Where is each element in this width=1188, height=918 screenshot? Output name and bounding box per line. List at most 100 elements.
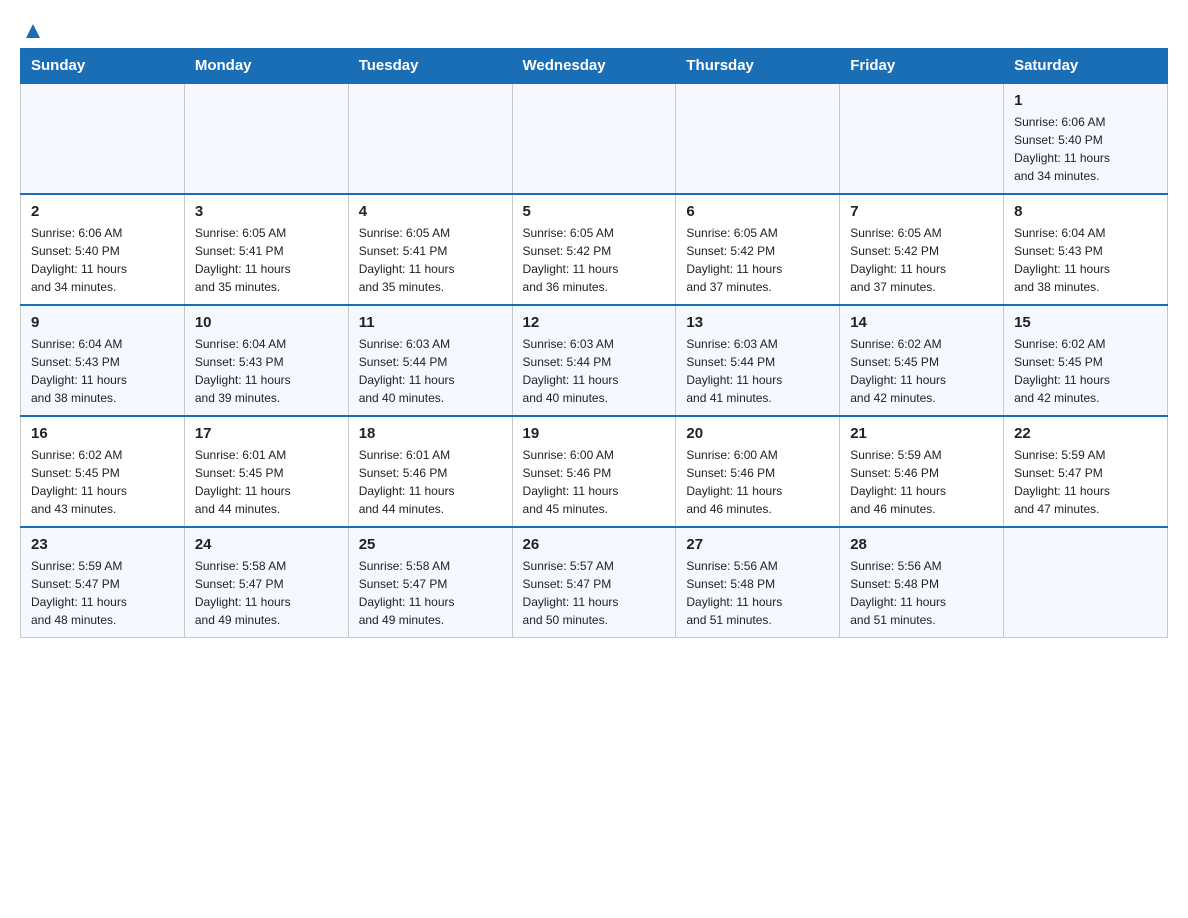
day-info: Sunrise: 5:59 AMSunset: 5:46 PMDaylight:…	[850, 446, 993, 518]
calendar-day-cell	[840, 83, 1004, 194]
day-info: Sunrise: 5:59 AMSunset: 5:47 PMDaylight:…	[1014, 446, 1157, 518]
day-number: 18	[359, 425, 502, 442]
day-info: Sunrise: 6:05 AMSunset: 5:42 PMDaylight:…	[686, 224, 829, 296]
day-number: 23	[31, 536, 174, 553]
day-number: 15	[1014, 314, 1157, 331]
calendar-day-cell: 1 Sunrise: 6:06 AMSunset: 5:40 PMDaylight…	[1004, 83, 1168, 194]
col-friday: Friday	[840, 49, 1004, 84]
day-info: Sunrise: 6:05 AMSunset: 5:41 PMDaylight:…	[359, 224, 502, 296]
calendar-day-cell	[676, 83, 840, 194]
calendar-day-cell: 27 Sunrise: 5:56 AMSunset: 5:48 PMDayligh…	[676, 527, 840, 638]
calendar-day-cell: 6Sunrise: 6:05 AMSunset: 5:42 PMDaylight…	[676, 194, 840, 305]
day-number: 24	[195, 536, 338, 553]
calendar-day-cell: 4 Sunrise: 6:05 AMSunset: 5:41 PMDaylight…	[348, 194, 512, 305]
page-header	[20, 20, 1168, 38]
day-number: 7	[850, 203, 993, 220]
day-number: 4	[359, 203, 502, 220]
calendar-day-cell	[1004, 527, 1168, 638]
col-thursday: Thursday	[676, 49, 840, 84]
day-number: 17	[195, 425, 338, 442]
day-info: Sunrise: 6:04 AMSunset: 5:43 PMDaylight:…	[1014, 224, 1157, 296]
day-info: Sunrise: 5:56 AMSunset: 5:48 PMDaylight:…	[686, 557, 829, 629]
day-number: 26	[523, 536, 666, 553]
calendar-day-cell: 16 Sunrise: 6:02 AMSunset: 5:45 PMDayligh…	[21, 416, 185, 527]
day-number: 13	[686, 314, 829, 331]
day-number: 22	[1014, 425, 1157, 442]
day-info: Sunrise: 6:01 AMSunset: 5:46 PMDaylight:…	[359, 446, 502, 518]
col-wednesday: Wednesday	[512, 49, 676, 84]
calendar-day-cell: 26 Sunrise: 5:57 AMSunset: 5:47 PMDayligh…	[512, 527, 676, 638]
calendar-day-cell	[348, 83, 512, 194]
day-number: 11	[359, 314, 502, 331]
day-info: Sunrise: 6:06 AMSunset: 5:40 PMDaylight:…	[1014, 113, 1157, 185]
calendar-week-row: 16 Sunrise: 6:02 AMSunset: 5:45 PMDayligh…	[21, 416, 1168, 527]
day-info: Sunrise: 6:00 AMSunset: 5:46 PMDaylight:…	[686, 446, 829, 518]
calendar-day-cell: 20 Sunrise: 6:00 AMSunset: 5:46 PMDayligh…	[676, 416, 840, 527]
day-number: 27	[686, 536, 829, 553]
day-number: 20	[686, 425, 829, 442]
calendar-day-cell: 23 Sunrise: 5:59 AMSunset: 5:47 PMDayligh…	[21, 527, 185, 638]
day-number: 1	[1014, 92, 1157, 109]
day-info: Sunrise: 5:59 AMSunset: 5:47 PMDaylight:…	[31, 557, 174, 629]
calendar-day-cell: 12Sunrise: 6:03 AMSunset: 5:44 PMDayligh…	[512, 305, 676, 416]
calendar-day-cell: 17 Sunrise: 6:01 AMSunset: 5:45 PMDayligh…	[184, 416, 348, 527]
day-info: Sunrise: 6:02 AMSunset: 5:45 PMDaylight:…	[850, 335, 993, 407]
day-number: 2	[31, 203, 174, 220]
logo-triangle-icon	[22, 20, 44, 42]
calendar-day-cell: 19 Sunrise: 6:00 AMSunset: 5:46 PMDayligh…	[512, 416, 676, 527]
calendar-week-row: 2 Sunrise: 6:06 AMSunset: 5:40 PMDaylight…	[21, 194, 1168, 305]
day-info: Sunrise: 6:02 AMSunset: 5:45 PMDaylight:…	[31, 446, 174, 518]
day-number: 3	[195, 203, 338, 220]
calendar-day-cell: 18 Sunrise: 6:01 AMSunset: 5:46 PMDayligh…	[348, 416, 512, 527]
day-number: 21	[850, 425, 993, 442]
day-info: Sunrise: 6:05 AMSunset: 5:42 PMDaylight:…	[523, 224, 666, 296]
calendar-week-row: 1 Sunrise: 6:06 AMSunset: 5:40 PMDaylight…	[21, 83, 1168, 194]
col-saturday: Saturday	[1004, 49, 1168, 84]
day-info: Sunrise: 6:05 AMSunset: 5:41 PMDaylight:…	[195, 224, 338, 296]
col-sunday: Sunday	[21, 49, 185, 84]
calendar-day-cell: 10 Sunrise: 6:04 AMSunset: 5:43 PMDayligh…	[184, 305, 348, 416]
calendar-day-cell: 25Sunrise: 5:58 AMSunset: 5:47 PMDayligh…	[348, 527, 512, 638]
day-info: Sunrise: 5:56 AMSunset: 5:48 PMDaylight:…	[850, 557, 993, 629]
calendar-day-cell: 14 Sunrise: 6:02 AMSunset: 5:45 PMDayligh…	[840, 305, 1004, 416]
calendar-day-cell: 24 Sunrise: 5:58 AMSunset: 5:47 PMDayligh…	[184, 527, 348, 638]
day-info: Sunrise: 5:57 AMSunset: 5:47 PMDaylight:…	[523, 557, 666, 629]
calendar-table: Sunday Monday Tuesday Wednesday Thursday…	[20, 48, 1168, 638]
day-info: Sunrise: 6:04 AMSunset: 5:43 PMDaylight:…	[31, 335, 174, 407]
day-info: Sunrise: 6:06 AMSunset: 5:40 PMDaylight:…	[31, 224, 174, 296]
calendar-day-cell: 28 Sunrise: 5:56 AMSunset: 5:48 PMDayligh…	[840, 527, 1004, 638]
day-info: Sunrise: 6:00 AMSunset: 5:46 PMDaylight:…	[523, 446, 666, 518]
day-number: 25	[359, 536, 502, 553]
day-number: 14	[850, 314, 993, 331]
day-info: Sunrise: 6:01 AMSunset: 5:45 PMDaylight:…	[195, 446, 338, 518]
calendar-day-cell: 15Sunrise: 6:02 AMSunset: 5:45 PMDayligh…	[1004, 305, 1168, 416]
day-info: Sunrise: 6:03 AMSunset: 5:44 PMDaylight:…	[686, 335, 829, 407]
calendar-header-row: Sunday Monday Tuesday Wednesday Thursday…	[21, 49, 1168, 84]
day-info: Sunrise: 6:05 AMSunset: 5:42 PMDaylight:…	[850, 224, 993, 296]
calendar-day-cell: 9 Sunrise: 6:04 AMSunset: 5:43 PMDaylight…	[21, 305, 185, 416]
day-number: 16	[31, 425, 174, 442]
col-tuesday: Tuesday	[348, 49, 512, 84]
day-number: 10	[195, 314, 338, 331]
day-info: Sunrise: 6:04 AMSunset: 5:43 PMDaylight:…	[195, 335, 338, 407]
calendar-day-cell: 13 Sunrise: 6:03 AMSunset: 5:44 PMDayligh…	[676, 305, 840, 416]
day-number: 19	[523, 425, 666, 442]
calendar-day-cell: 22 Sunrise: 5:59 AMSunset: 5:47 PMDayligh…	[1004, 416, 1168, 527]
day-number: 8	[1014, 203, 1157, 220]
calendar-week-row: 9 Sunrise: 6:04 AMSunset: 5:43 PMDaylight…	[21, 305, 1168, 416]
logo	[20, 20, 44, 38]
calendar-day-cell: 11Sunrise: 6:03 AMSunset: 5:44 PMDayligh…	[348, 305, 512, 416]
calendar-day-cell: 2 Sunrise: 6:06 AMSunset: 5:40 PMDaylight…	[21, 194, 185, 305]
calendar-day-cell	[21, 83, 185, 194]
calendar-day-cell	[512, 83, 676, 194]
calendar-day-cell: 5 Sunrise: 6:05 AMSunset: 5:42 PMDaylight…	[512, 194, 676, 305]
day-info: Sunrise: 5:58 AMSunset: 5:47 PMDaylight:…	[195, 557, 338, 629]
day-number: 5	[523, 203, 666, 220]
calendar-day-cell	[184, 83, 348, 194]
day-number: 28	[850, 536, 993, 553]
day-number: 9	[31, 314, 174, 331]
calendar-day-cell: 21 Sunrise: 5:59 AMSunset: 5:46 PMDayligh…	[840, 416, 1004, 527]
calendar-week-row: 23 Sunrise: 5:59 AMSunset: 5:47 PMDayligh…	[21, 527, 1168, 638]
calendar-day-cell: 3 Sunrise: 6:05 AMSunset: 5:41 PMDaylight…	[184, 194, 348, 305]
calendar-day-cell: 7 Sunrise: 6:05 AMSunset: 5:42 PMDaylight…	[840, 194, 1004, 305]
